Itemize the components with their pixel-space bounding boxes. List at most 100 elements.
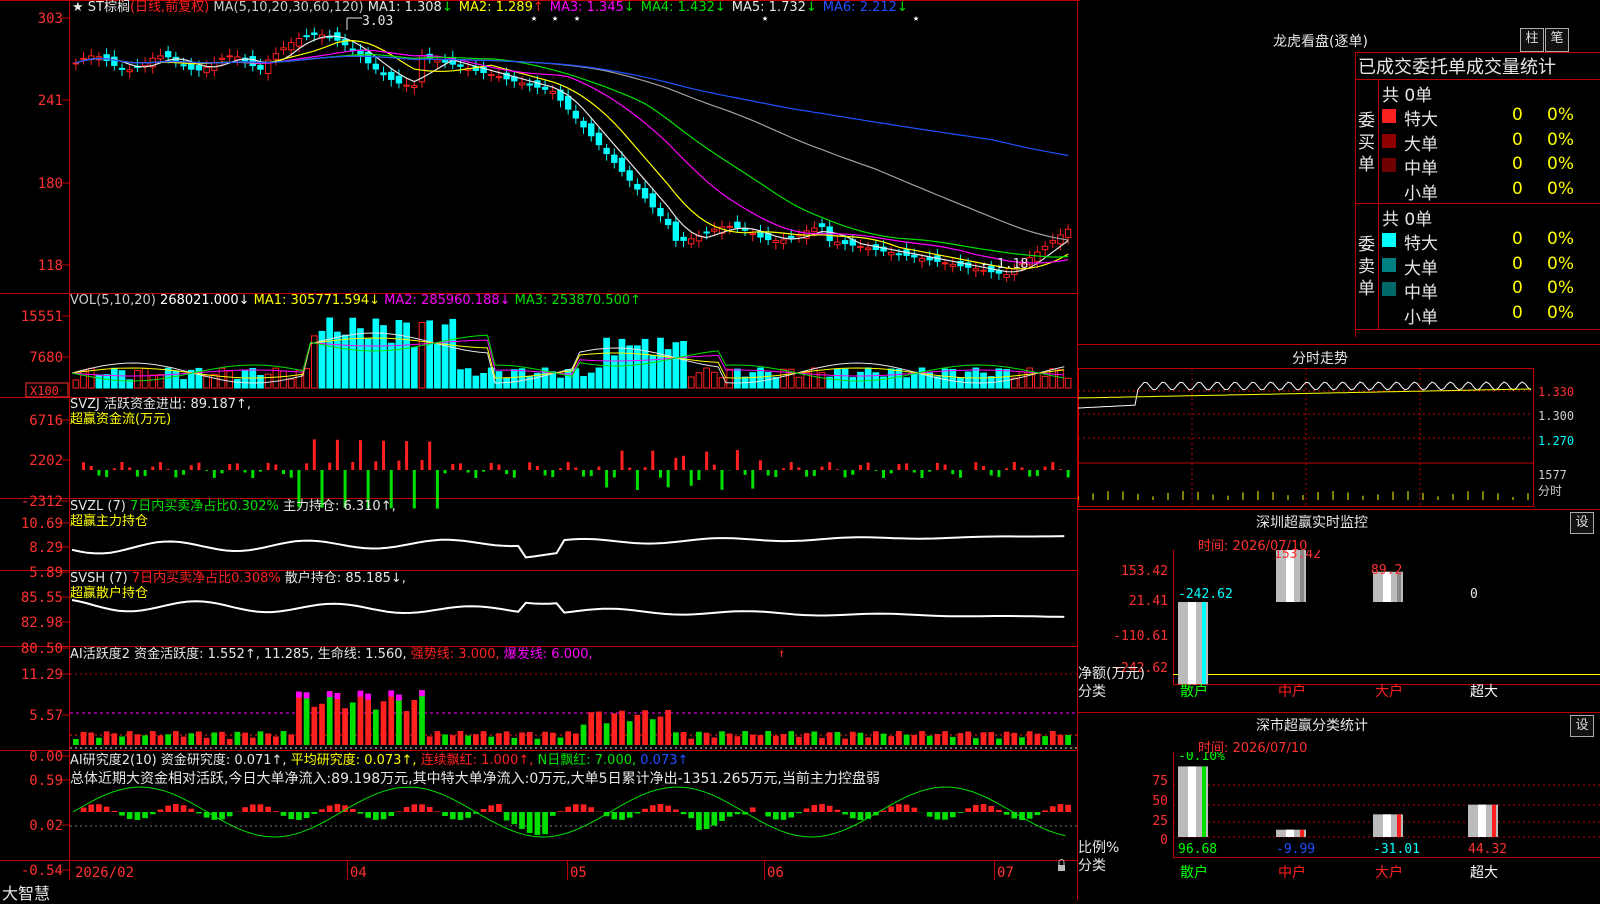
class-bars: 96.68-9.99-31.0144.32-0.10% xyxy=(1178,752,1507,857)
sell-orders-label: 委卖单 xyxy=(1358,234,1376,300)
ai-research-bar xyxy=(942,812,948,820)
volume-bar xyxy=(1058,370,1064,388)
vol-panel-header: VOL(5,10,20) 268021.000↓ MA1: 305771.594… xyxy=(70,293,641,309)
tick-view-button[interactable]: 笔 xyxy=(1545,28,1569,52)
ai-activity-bar xyxy=(842,739,848,745)
ai-research-bar xyxy=(665,806,671,812)
ai-activity-bar xyxy=(988,732,994,745)
ai-research-bar xyxy=(727,812,733,817)
volume-bar xyxy=(796,377,802,388)
order-row-pct: 0% xyxy=(1547,229,1574,249)
monitor-tick: 21.41 xyxy=(1129,594,1168,609)
ai-activity-bar xyxy=(1050,731,1056,745)
svzj-bar xyxy=(713,465,716,470)
ai-research-bar xyxy=(550,812,556,816)
svzj-bar xyxy=(697,470,700,480)
ai-activity-bar xyxy=(835,732,841,745)
ai-research-bar xyxy=(296,812,302,820)
ai-activity-bar xyxy=(1011,733,1017,745)
volume-bar xyxy=(265,374,271,388)
ai-activity-bar xyxy=(319,704,325,745)
svzj-bar xyxy=(213,470,216,478)
svzj-bar xyxy=(121,462,124,470)
svzj-bar xyxy=(374,461,377,470)
candle xyxy=(696,230,701,248)
period-tag[interactable]: (日线,前复权) xyxy=(130,0,209,15)
ai-research-bar xyxy=(304,812,310,818)
ai-activity-bar xyxy=(727,734,733,745)
candle xyxy=(81,52,86,65)
ai-research-bar xyxy=(127,812,133,819)
class-title: 深市超赢分类统计 xyxy=(1256,715,1368,735)
svsh-y-tick: 85.55 xyxy=(21,590,63,606)
volume-bar xyxy=(150,375,156,388)
volume-bar xyxy=(158,375,164,388)
ai-research-bar xyxy=(1042,810,1048,812)
ai-activity-bar xyxy=(965,732,971,745)
ai-research-bar xyxy=(719,812,725,821)
ai-activity-bar xyxy=(258,731,264,745)
ai-activity-bar xyxy=(719,731,725,745)
fenshi-chart[interactable]: 1.330 1.300 1.270 1577 分时 xyxy=(1078,368,1600,508)
candle xyxy=(612,149,617,169)
monitor-axis-label: 净额(万元) xyxy=(1078,666,1145,682)
ai-activity-bar xyxy=(558,738,564,745)
svzj-sub: 超赢资金流(万元) xyxy=(70,412,251,427)
ai-activity-bar xyxy=(442,734,448,745)
volume-bar xyxy=(173,371,179,388)
svzj-panel-header: SVZJ 活跃资金进出: 89.187↑, 超赢资金流(万元) xyxy=(70,397,251,427)
ai-activity-bar xyxy=(565,731,571,745)
ai-activity-bar xyxy=(73,739,79,745)
ai-research-bar xyxy=(811,805,817,812)
ai-research-bar xyxy=(704,812,710,829)
ai-activity-bar xyxy=(611,713,617,745)
ai-research-bar xyxy=(104,807,110,812)
svzj-bar xyxy=(528,462,531,470)
svzj-bar xyxy=(467,470,470,473)
ai-research-bar xyxy=(796,812,802,813)
order-row: 大单00% xyxy=(1382,254,1600,278)
volume-bar xyxy=(104,375,110,388)
volume-bar xyxy=(673,343,679,388)
svzj-bar xyxy=(182,470,185,475)
ai-activity-bar xyxy=(604,723,610,745)
ai-research-bar xyxy=(288,812,294,819)
monitor-bar-label: -242.62 xyxy=(1178,587,1233,602)
ai-research-bar xyxy=(273,811,279,812)
ai-research-bar xyxy=(511,812,517,824)
ai-activity-bar xyxy=(796,737,802,745)
candle xyxy=(835,235,840,249)
volume-bar xyxy=(411,347,417,388)
ai2-last: 0.073↑ xyxy=(640,753,688,768)
ai-activity-bar xyxy=(404,711,410,745)
monitor-bars: -242.62153.4289.20 xyxy=(1178,550,1478,684)
volume-bar xyxy=(511,370,517,388)
brand-logo: 大智慧 xyxy=(2,880,50,904)
volume-bar xyxy=(558,378,564,388)
y-axis-ticks xyxy=(62,18,69,870)
ai-activity-bar xyxy=(196,731,202,745)
candle xyxy=(689,232,694,249)
ai-activity-bar xyxy=(450,735,456,745)
svzj-bar xyxy=(1036,470,1039,476)
svzj-bar xyxy=(328,463,331,470)
volume-bar xyxy=(135,370,141,388)
monitor-settings-button[interactable]: 设 xyxy=(1570,512,1594,534)
ai-research-bar xyxy=(350,809,356,812)
ai-research-bar xyxy=(988,806,994,812)
volume-bar xyxy=(1065,378,1071,388)
class-settings-button[interactable]: 设 xyxy=(1570,715,1594,737)
ai2-y-tick: 0.02 xyxy=(29,818,63,834)
svsh-y-tick: 80.50 xyxy=(21,641,63,657)
candle xyxy=(765,227,770,245)
candle xyxy=(573,105,578,124)
bar-view-button[interactable]: 柱 xyxy=(1520,28,1544,52)
monitor-category-label: 超大 xyxy=(1470,684,1498,700)
ma-value: MA4: 1.432↓ xyxy=(641,0,726,15)
svzj-bar xyxy=(351,462,354,470)
order-row-value: 0 xyxy=(1512,229,1523,249)
ai-research-bar xyxy=(258,804,264,812)
vol-unit: X100 xyxy=(30,384,59,398)
svzj-bar xyxy=(382,441,385,470)
order-row: 小单00% xyxy=(1382,179,1600,203)
